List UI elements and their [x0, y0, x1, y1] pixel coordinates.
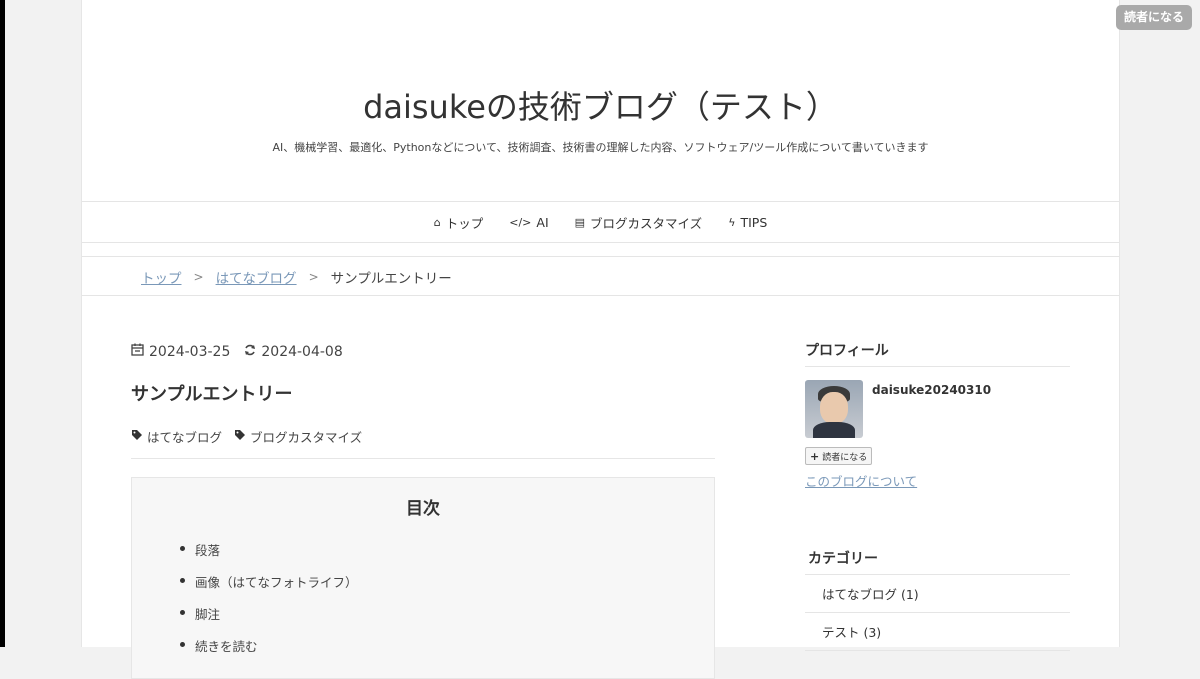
toc-item[interactable]: 段落 — [180, 540, 358, 572]
nav-item-tips[interactable]: ϟ TIPS — [728, 215, 767, 230]
calendar-icon — [131, 343, 144, 360]
nav-item-top[interactable]: ⌂ トップ — [434, 213, 484, 232]
breadcrumb-bar: トップ > はてなブログ > サンプルエントリー — [82, 256, 1119, 296]
toc-item[interactable]: 続きを読む — [180, 636, 358, 668]
toc-list: 段落 画像（はてなフォトライフ） 脚注 続きを読む — [180, 540, 358, 668]
blog-title[interactable]: daisukeの技術ブログ（テスト） — [82, 82, 1119, 128]
toc-item[interactable]: 画像（はてなフォトライフ） — [180, 572, 358, 604]
nav-item-blog-customize[interactable]: ▤ ブログカスタマイズ — [575, 213, 703, 232]
profile-heading: プロフィール — [805, 340, 1070, 367]
subscribe-button[interactable]: + 読者になる — [805, 447, 873, 465]
plus-icon: + — [810, 449, 820, 463]
entry-dates: 2024-03-25 2024-04-08 — [131, 343, 343, 360]
date-updated[interactable]: 2024-04-08 — [261, 344, 342, 360]
nav-item-label: TIPS — [740, 214, 768, 230]
code-icon: </> — [509, 215, 532, 229]
toc-title: 目次 — [406, 499, 440, 519]
breadcrumb: トップ > はてなブログ > サンプルエントリー — [141, 267, 452, 287]
table-of-contents: 目次 段落 画像（はてなフォトライフ） 脚注 続きを読む — [131, 477, 715, 679]
about-blog-link[interactable]: このブログについて — [805, 471, 1070, 490]
subscribe-button-label: 読者になる — [822, 452, 868, 463]
tag-hatena-blog[interactable]: はてなブログ — [131, 427, 222, 446]
entry-tags: はてなブログ ブログカスタマイズ — [131, 427, 362, 446]
refresh-icon — [244, 344, 256, 360]
tag-label: ブログカスタマイズ — [250, 430, 363, 445]
blog-description: AI、機械学習、最適化、Pythonなどについて、技術調査、技術書の理解した内容… — [272, 141, 929, 154]
category-item[interactable]: テスト (3) — [805, 613, 1070, 651]
global-nav: ⌂ トップ </> AI ▤ ブログカスタマイズ ϟ TIPS — [82, 201, 1119, 243]
profile-row: daisuke20240310 — [805, 380, 1070, 438]
entry-divider — [131, 458, 715, 459]
tag-icon — [234, 429, 246, 444]
sidebar: プロフィール daisuke20240310 + 読者になる このブログについて… — [805, 340, 1070, 651]
nav-item-label: AI — [536, 214, 549, 230]
entry-title[interactable]: サンプルエントリー — [131, 380, 292, 406]
subscribe-top-button[interactable]: 読者になる — [1115, 5, 1192, 30]
toc-item[interactable]: 脚注 — [180, 604, 358, 636]
date-published[interactable]: 2024-03-25 — [149, 344, 230, 360]
category-item[interactable]: はてなブログ (1) — [805, 575, 1070, 613]
breadcrumb-link-top[interactable]: トップ — [141, 267, 182, 287]
nav-item-label: ブログカスタマイズ — [590, 215, 703, 231]
avatar[interactable] — [805, 380, 863, 438]
tag-blog-customize[interactable]: ブログカスタマイズ — [234, 427, 362, 446]
home-icon: ⌂ — [433, 215, 441, 229]
profile-name[interactable]: daisuke20240310 — [872, 383, 991, 438]
breadcrumb-separator: > — [193, 270, 204, 284]
tag-icon — [131, 429, 143, 444]
page-container: daisukeの技術ブログ（テスト） AI、機械学習、最適化、Pythonなどに… — [81, 0, 1120, 679]
left-edge-bar — [0, 0, 5, 647]
category-heading: カテゴリー — [805, 548, 1070, 575]
nav-item-ai[interactable]: </> AI — [509, 215, 548, 230]
bolt-icon: ϟ — [728, 215, 736, 229]
tag-label: はてなブログ — [147, 430, 223, 445]
breadcrumb-current: サンプルエントリー — [330, 271, 452, 287]
nav-item-label: トップ — [445, 215, 484, 231]
breadcrumb-separator: > — [308, 270, 319, 284]
breadcrumb-link-hatena-blog[interactable]: はてなブログ — [216, 267, 297, 287]
document-icon: ▤ — [574, 215, 586, 229]
